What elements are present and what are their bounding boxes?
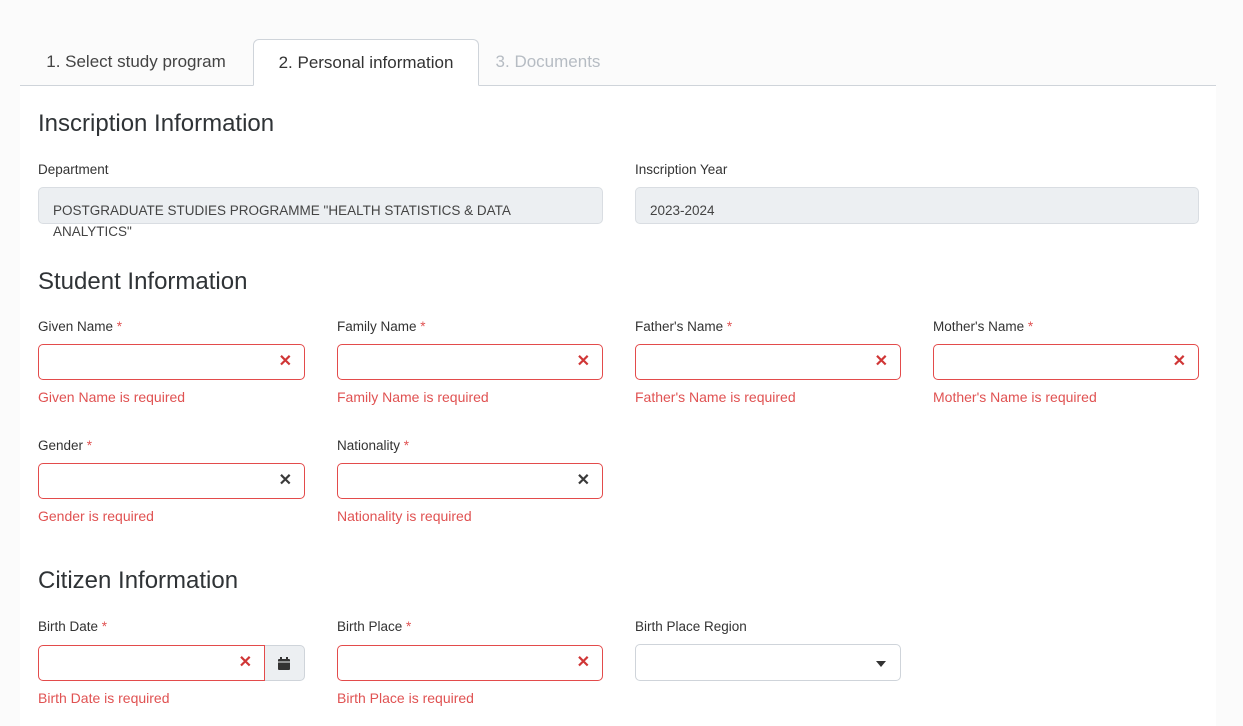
tab-personal-information[interactable]: 2. Personal information bbox=[253, 39, 479, 86]
clear-icon[interactable]: ✕ bbox=[577, 654, 590, 672]
nationality-error: Nationality is required bbox=[337, 508, 472, 524]
birth-place-label: Birth Place * bbox=[337, 619, 412, 634]
tab-select-study-program[interactable]: 1. Select study program bbox=[20, 39, 252, 85]
form-panel: Inscription Information Department POSTG… bbox=[20, 86, 1216, 726]
clear-icon[interactable]: ✕ bbox=[1173, 353, 1186, 371]
birth-place-error: Birth Place is required bbox=[337, 690, 474, 706]
calendar-icon bbox=[278, 657, 290, 670]
birth-place-region-select[interactable] bbox=[635, 644, 901, 681]
clear-icon[interactable]: ✕ bbox=[279, 472, 292, 490]
mother-name-input[interactable]: ✕ bbox=[933, 344, 1199, 380]
family-name-label: Family Name * bbox=[337, 319, 426, 334]
birth-date-input[interactable]: ✕ bbox=[38, 645, 265, 681]
birth-place-input[interactable]: ✕ bbox=[337, 645, 603, 681]
gender-error: Gender is required bbox=[38, 508, 154, 524]
gender-select[interactable]: ✕ bbox=[38, 463, 305, 499]
tab-documents: 3. Documents bbox=[495, 52, 601, 71]
inscription-section-title: Inscription Information bbox=[38, 110, 275, 137]
step-tabs: 1. Select study program 2. Personal info… bbox=[20, 39, 1216, 86]
calendar-button[interactable] bbox=[265, 645, 305, 681]
father-name-input[interactable]: ✕ bbox=[635, 344, 901, 380]
birth-date-label: Birth Date * bbox=[38, 619, 108, 634]
department-field: POSTGRADUATE STUDIES PROGRAMME "HEALTH S… bbox=[38, 187, 603, 239]
father-name-label: Father's Name * bbox=[635, 319, 733, 334]
department-label: Department bbox=[38, 162, 109, 177]
family-name-input[interactable]: ✕ bbox=[337, 344, 603, 380]
inscription-year-field: 2023-2024 bbox=[635, 187, 1199, 224]
father-name-error: Father's Name is required bbox=[635, 389, 796, 405]
clear-icon[interactable]: ✕ bbox=[279, 353, 292, 371]
birth-date-error: Birth Date is required bbox=[38, 690, 170, 706]
mother-name-label: Mother's Name * bbox=[933, 319, 1034, 334]
clear-icon[interactable]: ✕ bbox=[577, 353, 590, 371]
given-name-label: Given Name * bbox=[38, 319, 123, 334]
given-name-input[interactable]: ✕ bbox=[38, 344, 305, 380]
gender-label: Gender * bbox=[38, 438, 93, 453]
citizen-section-title: Citizen Information bbox=[38, 567, 239, 594]
nationality-label: Nationality * bbox=[337, 438, 410, 453]
clear-icon[interactable]: ✕ bbox=[875, 353, 888, 371]
nationality-select[interactable]: ✕ bbox=[337, 463, 603, 499]
family-name-error: Family Name is required bbox=[337, 389, 489, 405]
inscription-year-label: Inscription Year bbox=[635, 162, 728, 177]
mother-name-error: Mother's Name is required bbox=[933, 389, 1097, 405]
clear-icon[interactable]: ✕ bbox=[239, 654, 252, 672]
student-section-title: Student Information bbox=[38, 268, 248, 295]
clear-icon[interactable]: ✕ bbox=[577, 472, 590, 490]
given-name-error: Given Name is required bbox=[38, 389, 186, 405]
chevron-down-icon bbox=[876, 661, 886, 667]
birth-place-region-label: Birth Place Region bbox=[635, 619, 747, 634]
